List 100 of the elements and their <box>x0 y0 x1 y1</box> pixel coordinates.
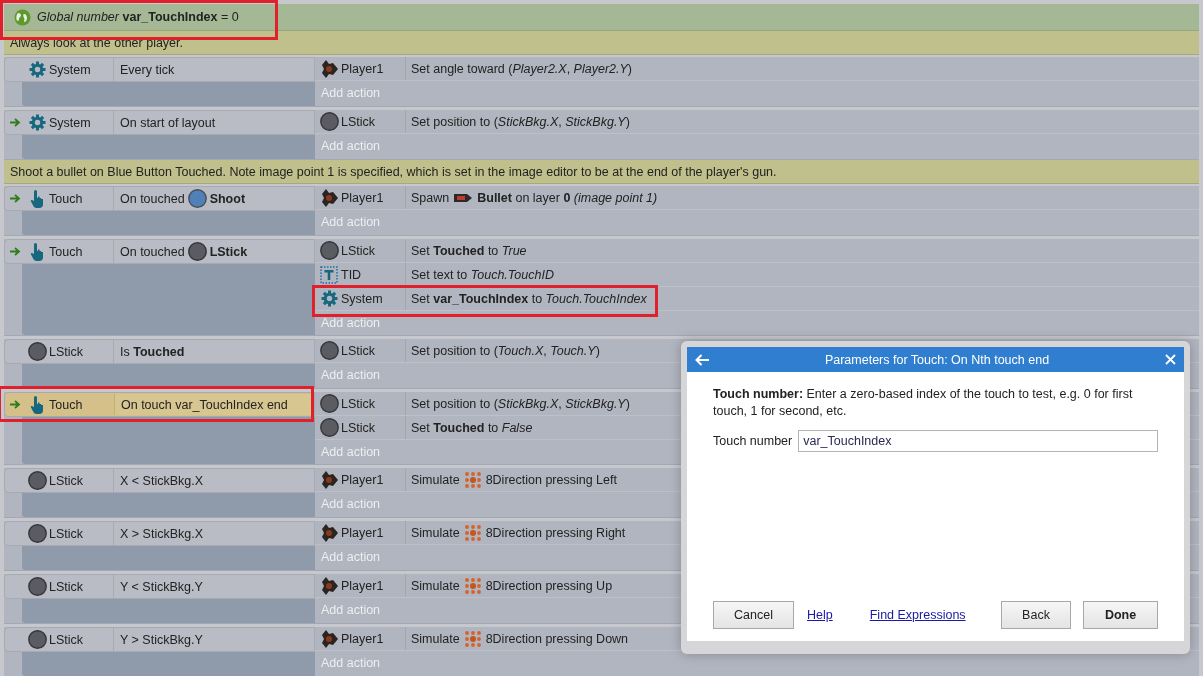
circle-icon <box>27 471 47 490</box>
object-name: Touch <box>49 397 84 412</box>
object-name: Touch <box>49 191 84 206</box>
circle-icon <box>27 577 47 596</box>
gear-icon <box>320 290 338 307</box>
condition-row[interactable]: System On start of layout <box>4 110 315 135</box>
action-row[interactable]: Player1 Set angle toward (Player2.X, Player2.Y) <box>315 57 1199 81</box>
object-name: LStick <box>341 396 377 411</box>
global-variable-text: Global number var_TouchIndex = 0 <box>37 10 239 24</box>
action-text: Set text to Touch.TouchID <box>411 267 554 282</box>
action-text: Set angle toward (Player2.X, Player2.Y) <box>411 61 632 76</box>
object-name: LStick <box>49 526 85 541</box>
condition-row[interactable]: Touch On touched Shoot <box>4 186 315 211</box>
dots-icon <box>463 523 482 542</box>
condition-row[interactable]: Touch On touch var_TouchIndex end <box>4 392 315 417</box>
action-text: Simulate <box>411 472 460 487</box>
action-row[interactable]: System Set var_TouchIndex to Touch.TouchIndex <box>315 287 1199 311</box>
condition-text: X > StickBkg.X <box>120 526 204 541</box>
dots-icon <box>463 629 482 648</box>
action-text: Set Touched to False <box>411 420 533 435</box>
action-text: 8Direction pressing Left <box>485 472 617 487</box>
back-arrow-icon[interactable] <box>695 353 709 366</box>
condition-row[interactable]: Touch On touched LStick <box>4 239 315 264</box>
action-row[interactable]: TID Set text to Touch.TouchID <box>315 263 1199 287</box>
object-name: LStick <box>49 473 85 488</box>
object-name: LStick <box>341 343 377 358</box>
condition-row[interactable]: LStick X < StickBkg.X <box>4 468 315 493</box>
condition-row[interactable]: LStick X > StickBkg.X <box>4 521 315 546</box>
sprite-icon <box>319 469 339 490</box>
pointing-hand-icon <box>30 242 44 261</box>
condition-text: Every tick <box>120 62 175 77</box>
object-name: LStick <box>49 579 85 594</box>
action-text: Set position to (StickBkg.X, StickBkg.Y) <box>411 396 630 411</box>
pointing-hand-icon <box>30 189 44 208</box>
action-text: Bullet on layer 0 (image point 1) <box>477 190 658 205</box>
dots-icon <box>463 470 482 489</box>
action-text: Simulate <box>411 631 460 646</box>
action-text: Set position to (StickBkg.X, StickBkg.Y) <box>411 114 630 129</box>
circle-icon <box>319 112 339 131</box>
object-name: System <box>49 62 92 77</box>
action-text: 8Direction pressing Right <box>485 525 626 540</box>
circle-icon <box>27 630 47 649</box>
bullet-icon <box>453 192 474 203</box>
object-name: LStick <box>341 114 377 129</box>
condition-row[interactable]: System Every tick <box>4 57 315 82</box>
action-text: Spawn <box>411 190 450 205</box>
condition-text: Y > StickBkg.Y <box>120 632 203 647</box>
sprite-icon <box>319 628 339 649</box>
condition-text: On touch var_TouchIndex end <box>121 397 288 412</box>
object-name: Player1 <box>341 631 385 646</box>
dialog-button[interactable]: Cancel <box>713 601 794 629</box>
help-link[interactable]: Help <box>807 608 833 622</box>
circle-icon <box>187 242 207 261</box>
object-name: Player1 <box>341 61 385 76</box>
parameter-description: Touch number: Enter a zero-based index of the touch to test, e.g. 0 for first touch, 1 for second, etc. <box>713 386 1134 420</box>
circle-icon <box>187 189 207 208</box>
condition-text: LStick <box>209 244 248 259</box>
sprite-icon <box>319 522 339 543</box>
circle-icon <box>319 341 339 360</box>
globe-icon <box>14 8 31 26</box>
touch-number-field[interactable]: var_TouchIndex <box>798 430 1158 452</box>
condition-text: On touched <box>120 244 185 259</box>
text-object-icon <box>320 265 338 284</box>
condition-text: On touched <box>120 191 185 206</box>
object-name: TID <box>341 267 363 282</box>
action-row[interactable]: Player1 Spawn Bullet on layer 0 (image point 1) <box>315 186 1199 210</box>
sprite-icon <box>319 575 339 596</box>
action-row[interactable]: LStick Set Touched to True <box>315 239 1199 263</box>
condition-row[interactable]: LStick Y < StickBkg.Y <box>4 574 315 599</box>
circle-icon <box>319 418 339 437</box>
object-name: LStick <box>341 420 377 435</box>
condition-text: X < StickBkg.X <box>120 473 204 488</box>
action-text: Set var_TouchIndex to Touch.TouchIndex <box>411 291 647 306</box>
condition-row[interactable]: LStick Is Touched <box>4 339 315 364</box>
condition-text: On start of layout <box>120 115 216 130</box>
condition-row[interactable]: LStick Y > StickBkg.Y <box>4 627 315 652</box>
gear-icon <box>28 114 46 131</box>
comment-text: Shoot a bullet on Blue Button Touched. Note image point 1 is specified, which is set in the image editor to be at the end of the player's gun. <box>10 164 777 179</box>
help-link[interactable]: Find Expressions <box>869 608 966 622</box>
action-row[interactable]: LStick Set position to (StickBkg.X, StickBkg.Y) <box>315 110 1199 134</box>
object-name: System <box>341 291 384 306</box>
pointing-hand-icon <box>30 395 44 414</box>
object-name: Player1 <box>341 472 385 487</box>
action-text: Simulate <box>411 525 460 540</box>
action-text: Set Touched to True <box>411 243 527 258</box>
object-name: LStick <box>49 344 85 359</box>
dots-icon <box>463 576 482 595</box>
object-name: LStick <box>49 632 85 647</box>
action-text: 8Direction pressing Down <box>485 631 629 646</box>
object-name: Player1 <box>341 525 385 540</box>
dialog-button[interactable]: Done <box>1083 601 1158 629</box>
close-icon[interactable] <box>1165 354 1176 365</box>
sprite-icon <box>319 58 339 79</box>
action-text: 8Direction pressing Up <box>485 578 613 593</box>
object-name: Player1 <box>341 578 385 593</box>
action-text: Set position to (Touch.X, Touch.Y) <box>411 343 600 358</box>
condition-text: Y < StickBkg.Y <box>120 579 203 594</box>
dialog-button[interactable]: Back <box>1001 601 1071 629</box>
condition-text: Is Touched <box>120 344 185 359</box>
circle-icon <box>319 394 339 413</box>
